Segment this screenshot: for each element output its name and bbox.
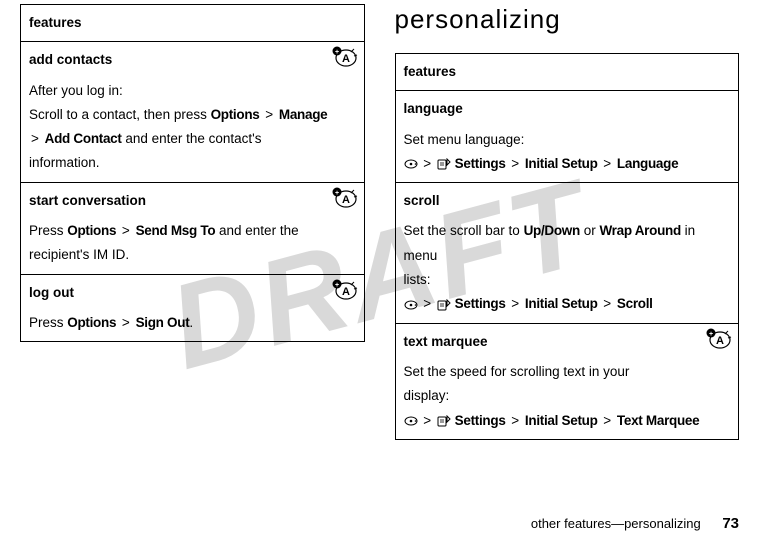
right-column: personalizing features language Set menu … [395, 4, 740, 440]
svg-text:A: A [342, 53, 350, 65]
left-table-header: features [21, 5, 365, 42]
center-key-icon [404, 159, 418, 169]
row-line: Set menu language: [404, 128, 703, 152]
row-title: log out [29, 281, 328, 305]
right-features-table: features language Set menu language: > Se… [395, 53, 740, 440]
row-line: display: [404, 384, 703, 408]
row-title: start conversation [29, 189, 328, 213]
page-content: features add contactsA+After you log in:… [0, 0, 759, 440]
svg-text:+: + [334, 190, 338, 197]
table-row: log outA+Press Options > Sign Out. [21, 274, 365, 342]
svg-text:A: A [342, 286, 350, 298]
row-line: > Settings > Initial Setup > Scroll [404, 292, 703, 316]
settings-menu-icon [437, 158, 451, 170]
center-key-icon [404, 416, 418, 426]
operator-dependent-icon: A+ [332, 279, 358, 301]
left-features-table: features add contactsA+After you log in:… [20, 4, 365, 342]
row-line: Set the speed for scrolling text in your [404, 360, 703, 384]
row-title: language [404, 97, 703, 121]
table-row: add contactsA+After you log in:Scroll to… [21, 42, 365, 182]
row-line: After you log in: [29, 79, 328, 103]
row-title: text marquee [404, 330, 703, 354]
row-line: Set the scroll bar to Up/Down or Wrap Ar… [404, 219, 703, 268]
operator-dependent-icon: A+ [706, 328, 732, 350]
svg-text:+: + [334, 282, 338, 289]
row-line: Scroll to a contact, then press Options … [29, 103, 328, 127]
row-line: Press Options > Sign Out. [29, 311, 328, 335]
row-line: lists: [404, 268, 703, 292]
table-row: scroll Set the scroll bar to Up/Down or W… [395, 183, 739, 323]
row-line: > Add Contact and enter the contact's in… [29, 127, 328, 176]
svg-text:+: + [334, 49, 338, 56]
operator-dependent-icon: A+ [332, 46, 358, 68]
table-row: start conversationA+Press Options > Send… [21, 182, 365, 274]
table-row: language Set menu language: > Settings > … [395, 91, 739, 183]
center-key-icon [404, 300, 418, 310]
row-title: add contacts [29, 48, 328, 72]
page-number: 73 [722, 515, 739, 532]
settings-menu-icon [437, 415, 451, 427]
svg-text:+: + [709, 331, 713, 338]
svg-text:A: A [342, 194, 350, 206]
page-footer: other features—personalizing 73 [531, 515, 739, 532]
table-row: text marqueeA+Set the speed for scrollin… [395, 323, 739, 439]
section-title: personalizing [395, 4, 740, 35]
row-line: > Settings > Initial Setup > Text Marque… [404, 409, 703, 433]
settings-menu-icon [437, 299, 451, 311]
left-column: features add contactsA+After you log in:… [20, 4, 365, 440]
svg-text:A: A [716, 335, 724, 347]
row-title: scroll [404, 189, 703, 213]
row-line: > Settings > Initial Setup > Language [404, 152, 703, 176]
row-line: Press Options > Send Msg To and enter th… [29, 219, 328, 243]
operator-dependent-icon: A+ [332, 187, 358, 209]
right-table-header: features [395, 54, 739, 91]
footer-text: other features—personalizing [531, 516, 701, 531]
row-line: recipient's IM ID. [29, 243, 328, 267]
